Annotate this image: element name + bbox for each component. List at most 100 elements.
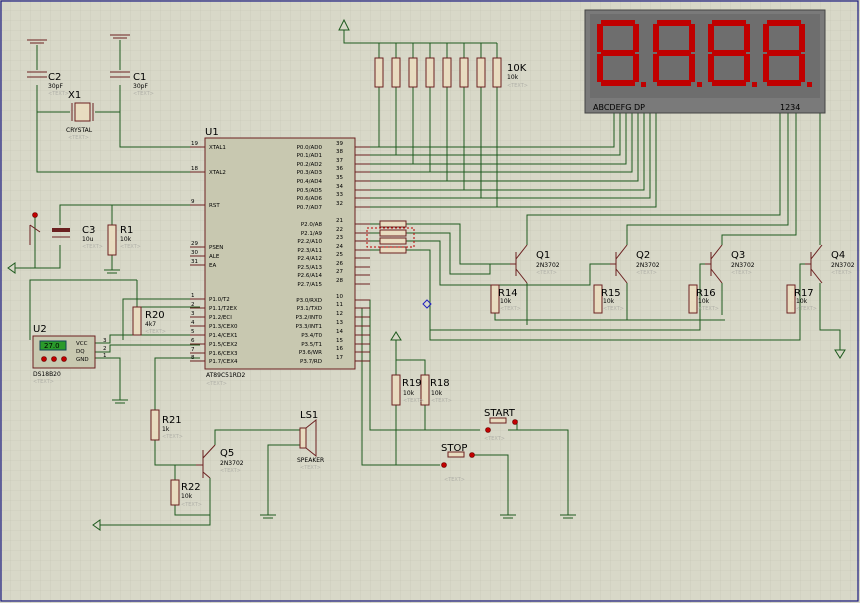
u1-pin-label: P2.5/A13 [297, 265, 322, 271]
c1-val: 30pF [133, 83, 148, 90]
u1-pin-number: 24 [336, 244, 343, 250]
display-segment [633, 24, 639, 52]
u1-pin-number: 14 [336, 329, 343, 335]
u1-pin-number: 31 [191, 259, 198, 265]
display-segment [689, 54, 695, 82]
u1-pin-label: P2.2/A10 [297, 239, 322, 245]
display-dp [697, 82, 702, 87]
display-segment [601, 50, 635, 56]
display-segment [712, 20, 746, 26]
u1-pin-number: 6 [191, 338, 195, 344]
display-digits-label: 1234 [780, 103, 800, 112]
u1-pin-label: P2.6/A14 [297, 273, 322, 279]
u1-pin-label: RST [209, 203, 220, 209]
u1-pin-label: P3.3/INT1 [295, 324, 322, 330]
ls1-ref: LS1 [300, 410, 318, 421]
u1-pin-number: 13 [336, 320, 343, 326]
u1-pin-label: P1.7/CEX4 [209, 359, 238, 365]
u1-pin-number: 19 [191, 141, 198, 147]
u1-pin-label: P0.7/AD7 [297, 205, 323, 211]
u1-pin-label: EA [209, 263, 216, 269]
display-segment [744, 24, 750, 52]
q3-ref: Q3 [731, 250, 745, 261]
display-segment [653, 54, 659, 82]
u1-pin-label: P3.4/T0 [301, 333, 322, 339]
u2-pinnum-2: 2 [103, 346, 107, 352]
start-text: <TEXT> [484, 436, 505, 442]
u1-pin-label: P1.1/T2EX [209, 306, 237, 312]
ls1-val: SPEAKER [297, 457, 324, 464]
u1-pin-number: 18 [191, 166, 198, 172]
u1-pin-number: 35 [336, 175, 343, 181]
r16-text: <TEXT> [698, 306, 719, 312]
u2-readout: 27.0 [44, 342, 60, 350]
u1-pin-label: P3.0/RXD [296, 298, 322, 304]
c2-text: <TEXT> [48, 91, 69, 97]
r16-val: 10k [698, 298, 710, 305]
u1-pin-number: 17 [336, 355, 343, 361]
u1-pin-number: 37 [336, 158, 343, 164]
u1-microcontroller[interactable]: U1 AT89C51RD2 <TEXT> 19XTAL118XTAL29RST2… [190, 127, 370, 387]
u1-pin-label: P0.2/AD2 [297, 162, 322, 168]
u1-pin-label: P3.2/INT0 [295, 315, 322, 321]
r15-val: 10k [603, 298, 615, 305]
u1-ref: U1 [205, 127, 219, 138]
r19-val: 10k [403, 390, 415, 397]
u1-pin-label: XTAL2 [209, 170, 226, 176]
u1-pin-label: P1.4/CEX1 [209, 333, 238, 339]
u1-pin-number: 25 [336, 252, 343, 258]
u1-pin-number: 32 [336, 201, 343, 207]
seven-segment-display[interactable]: ABCDEFG DP 1234 [584, 9, 826, 114]
u1-pin-label: P2.4/A12 [297, 256, 322, 262]
display-segment [601, 20, 635, 26]
display-segment [689, 24, 695, 52]
u1-pin-label: P3.7/RD [300, 359, 322, 365]
display-segment [767, 20, 801, 26]
display-segment [799, 54, 805, 82]
u1-pin-number: 28 [336, 278, 343, 284]
u1-pin-label: P0.4/AD4 [297, 179, 323, 185]
q5-ref: Q5 [220, 448, 234, 459]
u1-pin-number: 5 [191, 329, 195, 335]
q5-text: <TEXT> [220, 468, 241, 474]
u1-pin-number: 15 [336, 338, 343, 344]
u1-pin-number: 33 [336, 192, 343, 198]
display-segment [708, 54, 714, 82]
r18-ref: R18 [430, 378, 450, 389]
r14-text: <TEXT> [500, 306, 521, 312]
q4-val: 2N3702 [831, 262, 855, 269]
c1-text: <TEXT> [133, 91, 154, 97]
u1-pin-number: 39 [336, 141, 343, 147]
u1-pin-number: 1 [191, 293, 195, 299]
q3-text: <TEXT> [731, 270, 752, 276]
display-dp [641, 82, 646, 87]
u1-pin-label: P0.0/AD0 [297, 145, 323, 151]
u1-pin-label: P3.1/TXD [297, 306, 322, 312]
q3-val: 2N3702 [731, 262, 755, 269]
u2-text: <TEXT> [33, 379, 54, 385]
r21-text: <TEXT> [162, 434, 183, 440]
u1-pin-number: 16 [336, 346, 343, 352]
r18-val: 10k [431, 390, 443, 397]
u1-pin-number: 29 [191, 241, 198, 247]
u2-pinnum-1: 1 [103, 353, 107, 359]
u1-text: <TEXT> [206, 381, 227, 387]
u1-pin-number: 22 [336, 227, 343, 233]
c3-ref: C3 [82, 225, 95, 236]
u1-pin-label: P3.6/WR [299, 350, 322, 356]
q2-val: 2N3702 [636, 262, 660, 269]
display-dp [752, 82, 757, 87]
u1-pin-label: P2.7/A15 [297, 282, 322, 288]
u1-pin-label: P2.3/A11 [297, 248, 322, 254]
r14-val: 10k [500, 298, 512, 305]
r17-val: 10k [796, 298, 808, 305]
r1-val: 10k [120, 236, 132, 243]
display-segment [708, 24, 714, 52]
r15-text: <TEXT> [603, 306, 624, 312]
u1-pin-number: 23 [336, 235, 343, 241]
q2-text: <TEXT> [636, 270, 657, 276]
u1-pin-number: 26 [336, 261, 343, 267]
r21-ref: R21 [162, 415, 182, 426]
q1-val: 2N3702 [536, 262, 560, 269]
u1-pin-number: 2 [191, 302, 195, 308]
